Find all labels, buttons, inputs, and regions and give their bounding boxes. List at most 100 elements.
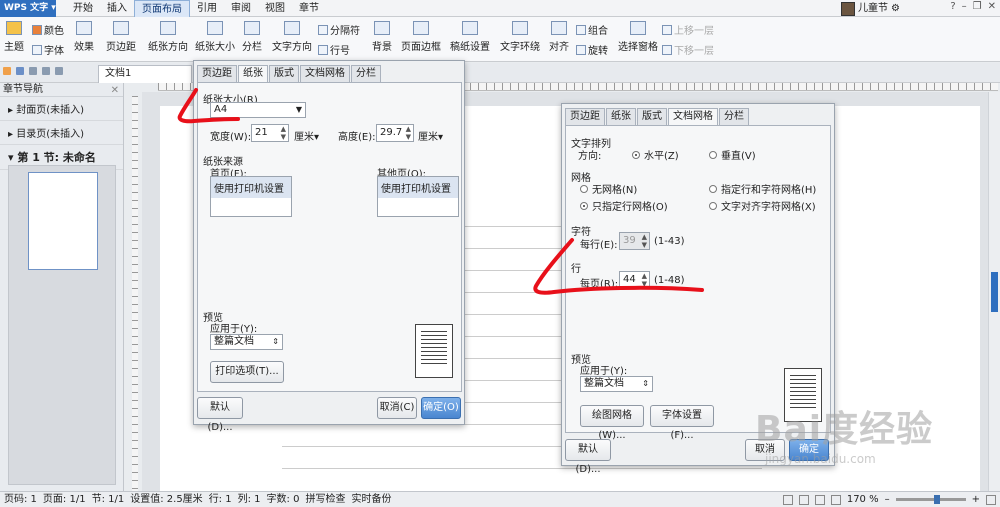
paper-setup-button[interactable]: 稿纸设置: [450, 21, 490, 53]
dlg2-tab-doc-grid[interactable]: 文档网格: [668, 108, 718, 125]
other-pages-option[interactable]: 使用打印机设置: [378, 177, 458, 198]
vertical-ruler[interactable]: [132, 96, 138, 491]
dlg1-tab-paper[interactable]: 纸张: [238, 65, 268, 82]
print-options-button[interactable]: 打印选项(T)...: [210, 361, 284, 383]
minimize-icon[interactable]: –: [962, 1, 967, 12]
status-words[interactable]: 字数: 0: [267, 492, 300, 507]
theme-button[interactable]: 主题: [4, 21, 24, 53]
menu-home[interactable]: 开始: [66, 0, 100, 17]
apply-to-select[interactable]: 整篇文档 ⇕: [210, 334, 283, 350]
font-button[interactable]: 字体: [32, 42, 64, 57]
dlg1-tab-layout[interactable]: 版式: [269, 65, 299, 82]
zoom-in-icon[interactable]: +: [972, 492, 980, 507]
text-direction-button[interactable]: 文字方向: [272, 21, 312, 53]
font-setting-button[interactable]: 字体设置(F)...: [650, 405, 714, 441]
undo-icon[interactable]: [42, 67, 50, 75]
close-icon[interactable]: ✕: [988, 1, 996, 12]
draw-grid-button[interactable]: 绘图网格(W)...: [580, 405, 644, 441]
send-backward-button[interactable]: 下移一层: [662, 42, 714, 57]
menu-references[interactable]: 引用: [190, 0, 224, 17]
status-backup[interactable]: 实时备份: [351, 492, 391, 507]
ok-button[interactable]: 确定(O): [421, 397, 461, 419]
dlg1-tab-doc-grid[interactable]: 文档网格: [300, 65, 350, 82]
columns-button[interactable]: 分栏: [242, 21, 262, 53]
group-button[interactable]: 组合: [576, 22, 608, 37]
height-unit[interactable]: 厘米▾: [418, 128, 443, 143]
menu-page-layout[interactable]: 页面布局: [134, 0, 190, 17]
default-button[interactable]: 默认(D)...: [197, 397, 243, 433]
full-screen-icon[interactable]: [782, 494, 793, 505]
width-unit[interactable]: 厘米▾: [294, 128, 319, 143]
bring-forward-button[interactable]: 上移一层: [662, 22, 714, 37]
doc-tab[interactable]: 文档1: [98, 65, 192, 83]
default-button[interactable]: 默认(D)...: [565, 439, 611, 475]
spin-arrows-icon[interactable]: ▲ ▼: [642, 272, 647, 288]
dlg1-tab-columns[interactable]: 分栏: [351, 65, 381, 82]
cancel-button[interactable]: 取消(C): [377, 397, 417, 419]
line-grid-only-radio[interactable]: 只指定行网格(O): [580, 198, 668, 213]
spin-arrows-icon[interactable]: ▲ ▼: [406, 125, 411, 141]
outline-view-icon[interactable]: [814, 494, 825, 505]
other-pages-list[interactable]: 使用打印机设置: [377, 176, 459, 217]
dlg2-tab-margins[interactable]: 页边距: [565, 108, 605, 125]
per-line-input[interactable]: 39 ▲ ▼: [619, 232, 650, 250]
paper-size-button[interactable]: 纸张大小: [195, 21, 235, 53]
apply-to-select[interactable]: 整篇文档 ⇕: [580, 376, 653, 392]
help-icon[interactable]: ?: [950, 1, 955, 12]
nav-item-cover[interactable]: ▸ 封面页(未插入): [0, 97, 123, 121]
status-spell[interactable]: 拼写检查: [305, 492, 345, 507]
horizontal-radio[interactable]: 水平(Z): [632, 147, 679, 162]
menu-view[interactable]: 视图: [258, 0, 292, 17]
zoom-slider-knob[interactable]: [933, 495, 940, 504]
redo-icon[interactable]: [55, 67, 63, 75]
page-border-button[interactable]: 页面边框: [401, 21, 441, 53]
background-button[interactable]: 背景: [372, 21, 392, 53]
open-icon[interactable]: [3, 67, 11, 75]
zoom-slider[interactable]: [895, 495, 966, 504]
menu-insert[interactable]: 插入: [100, 0, 134, 17]
scrollbar-thumb[interactable]: [991, 272, 998, 312]
effect-button[interactable]: 效果: [74, 21, 94, 53]
gear-icon[interactable]: ⚙: [891, 0, 900, 17]
web-view-icon[interactable]: [830, 494, 841, 505]
first-page-option[interactable]: 使用打印机设置: [211, 177, 291, 198]
app-menu-button[interactable]: WPS 文字 ▾: [0, 0, 56, 17]
orientation-button[interactable]: 纸张方向: [148, 21, 188, 53]
selection-pane-button[interactable]: 选择窗格: [618, 21, 658, 53]
menu-review[interactable]: 审阅: [224, 0, 258, 17]
rotate-button[interactable]: 旋转: [576, 42, 608, 57]
spin-arrows-icon[interactable]: ▲ ▼: [281, 125, 286, 141]
vertical-radio[interactable]: 垂直(V): [709, 147, 756, 162]
width-input[interactable]: 21 ▲ ▼: [251, 124, 289, 142]
per-page-input[interactable]: 44 ▲ ▼: [619, 271, 650, 289]
zoom-level[interactable]: 170 %: [847, 492, 879, 507]
text-align-grid-radio[interactable]: 文字对齐字符网格(X): [709, 198, 816, 213]
expand-icon[interactable]: [986, 494, 996, 505]
first-page-list[interactable]: 使用打印机设置: [210, 176, 292, 217]
color-button[interactable]: 颜色: [32, 22, 64, 37]
separator-button[interactable]: 分隔符: [318, 22, 360, 37]
nav-item-toc[interactable]: ▸ 目录页(未插入): [0, 121, 123, 145]
vertical-scrollbar[interactable]: [988, 92, 1000, 491]
dlg2-tab-layout[interactable]: 版式: [637, 108, 667, 125]
margins-button[interactable]: 页边距: [106, 21, 136, 53]
align-button[interactable]: 对齐: [549, 21, 569, 53]
spin-arrows-icon[interactable]: ▲ ▼: [642, 233, 647, 249]
dlg2-tab-paper[interactable]: 纸张: [606, 108, 636, 125]
restore-icon[interactable]: ❐: [973, 1, 982, 12]
page-view-icon[interactable]: [798, 494, 809, 505]
zoom-out-icon[interactable]: –: [885, 492, 890, 507]
line-char-grid-radio[interactable]: 指定行和字符网格(H): [709, 181, 816, 196]
menu-chapter[interactable]: 章节: [292, 0, 326, 17]
print-icon[interactable]: [29, 67, 37, 75]
user-account[interactable]: 儿童节 ⚙: [841, 0, 900, 17]
height-input[interactable]: 29.7 ▲ ▼: [376, 124, 414, 142]
wrap-button[interactable]: 文字环绕: [500, 21, 540, 53]
line-number-button[interactable]: 行号: [318, 42, 350, 57]
save-icon[interactable]: [16, 67, 24, 75]
dlg1-tab-margins[interactable]: 页边距: [197, 65, 237, 82]
page-thumbnail[interactable]: [28, 172, 98, 270]
no-grid-radio[interactable]: 无网格(N): [580, 181, 637, 196]
dlg2-tab-columns[interactable]: 分栏: [719, 108, 749, 125]
close-icon[interactable]: ✕: [111, 84, 119, 98]
